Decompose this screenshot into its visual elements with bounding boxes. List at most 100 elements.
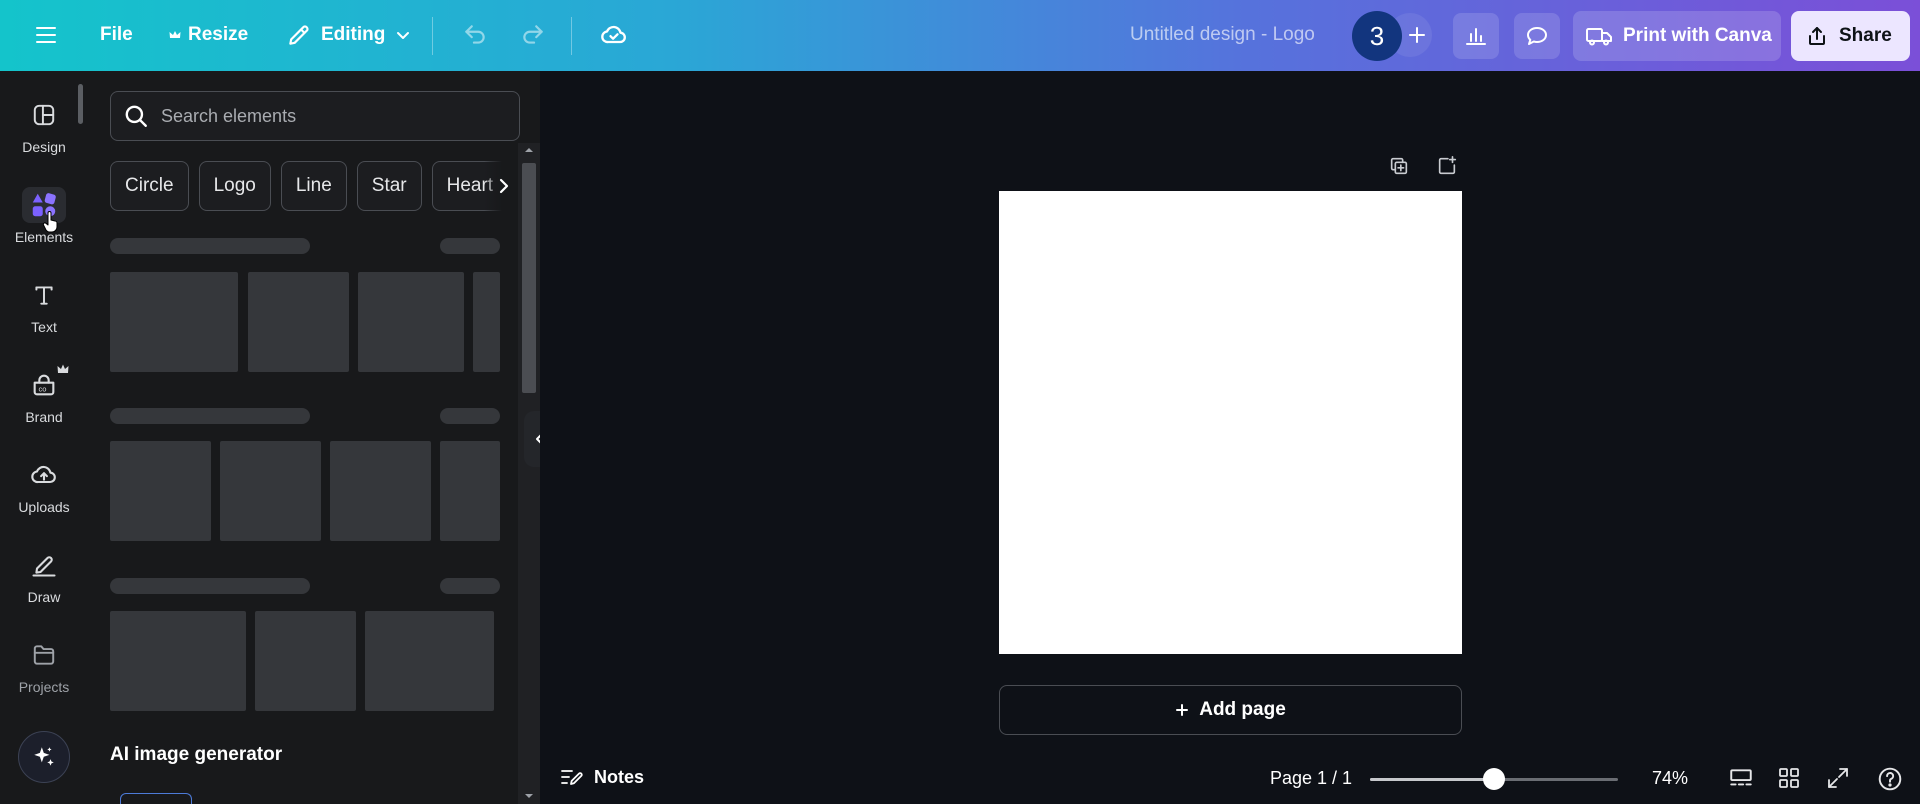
- plus-icon: [1175, 703, 1189, 717]
- skeleton-heading: [110, 238, 310, 254]
- skeleton-tile: [248, 272, 349, 372]
- save-status-button[interactable]: [590, 13, 638, 57]
- toolbar-divider: [432, 17, 433, 55]
- crown-icon: [56, 363, 70, 375]
- editing-label: Editing: [321, 24, 386, 45]
- skeleton-see-all: [440, 408, 500, 424]
- add-page-button[interactable]: Add page: [999, 685, 1462, 735]
- skeleton-tile: [440, 441, 500, 541]
- chip-circle[interactable]: Circle: [110, 161, 189, 211]
- skeleton-tile: [110, 272, 238, 372]
- print-label: Print with Canva: [1623, 25, 1772, 46]
- skeleton-tile: [365, 611, 494, 711]
- cursor-icon: [42, 211, 60, 233]
- add-page-label: Add page: [1199, 699, 1286, 720]
- brand-icon: co: [22, 364, 69, 403]
- toolbar-divider: [571, 17, 572, 55]
- editing-mode-dropdown[interactable]: Editing: [276, 13, 422, 57]
- help-icon[interactable]: [1877, 766, 1903, 792]
- zoom-slider[interactable]: [1370, 768, 1618, 790]
- uploads-icon: [22, 457, 66, 493]
- rail-item-projects[interactable]: Projects: [0, 637, 88, 695]
- sparkle-icon: [31, 744, 57, 770]
- share-label: Share: [1839, 25, 1892, 46]
- menu-icon: [34, 23, 58, 47]
- chart-icon: [1464, 24, 1488, 48]
- ai-generator-card[interactable]: [120, 793, 192, 804]
- zoom-level[interactable]: 74%: [1652, 768, 1688, 789]
- rail-item-text[interactable]: Text: [0, 277, 88, 335]
- insights-button[interactable]: [1453, 13, 1499, 59]
- main-menu-button[interactable]: [24, 13, 68, 57]
- cloud-check-icon: [600, 21, 628, 49]
- resize-label: Resize: [188, 24, 249, 45]
- document-title[interactable]: Untitled design - Logo: [1130, 24, 1315, 46]
- panel-scrollbar-thumb[interactable]: [522, 163, 536, 393]
- page-indicator[interactable]: Page 1 / 1: [1270, 768, 1352, 789]
- truck-icon: [1585, 24, 1613, 48]
- rail-item-uploads[interactable]: Uploads: [0, 457, 88, 515]
- scroll-down-arrow-icon[interactable]: [524, 792, 534, 800]
- grid-view-icon[interactable]: [1777, 766, 1801, 790]
- design-icon: [22, 97, 66, 133]
- comments-button[interactable]: [1514, 13, 1560, 59]
- redo-button[interactable]: [510, 13, 556, 57]
- skeleton-tile: [330, 441, 431, 541]
- notes-button[interactable]: Notes: [560, 766, 644, 788]
- zoom-slider-handle[interactable]: [1483, 768, 1505, 790]
- ai-image-generator-heading: AI image generator: [110, 744, 283, 765]
- fullscreen-icon[interactable]: [1826, 766, 1850, 790]
- notes-icon: [560, 766, 584, 788]
- search-input[interactable]: Search elements: [161, 106, 296, 127]
- rail-label: Text: [31, 319, 57, 335]
- magic-tools-button[interactable]: [18, 731, 70, 783]
- top-bar: File Resize Editing Untitled design - Lo…: [0, 0, 1920, 71]
- comment-icon: [1525, 24, 1549, 48]
- undo-button[interactable]: [452, 13, 498, 57]
- chip-star[interactable]: Star: [356, 161, 422, 211]
- bottom-bar: [540, 756, 1920, 804]
- chevron-down-icon: [394, 26, 412, 44]
- resize-button[interactable]: Resize: [158, 13, 258, 57]
- file-menu-button[interactable]: File: [90, 13, 143, 57]
- share-button[interactable]: Share: [1791, 11, 1910, 61]
- redo-icon: [520, 22, 546, 48]
- crown-icon: [168, 28, 182, 42]
- skeleton-tile: [110, 611, 246, 711]
- rail-label: Projects: [18, 679, 70, 695]
- rail-label: Design: [22, 139, 66, 155]
- skeleton-tile: [220, 441, 321, 541]
- rail-item-draw[interactable]: Draw: [0, 547, 88, 605]
- share-icon: [1805, 24, 1829, 48]
- elements-panel: Search elements Circle Logo Line Star He…: [88, 71, 540, 804]
- chip-logo[interactable]: Logo: [198, 161, 271, 211]
- draw-icon: [22, 547, 66, 583]
- rail-item-elements[interactable]: Elements: [0, 187, 88, 245]
- design-page-canvas[interactable]: [999, 191, 1462, 654]
- skeleton-heading: [110, 408, 310, 424]
- suggestion-chips: Circle Logo Line Star Heart: [110, 161, 510, 211]
- notes-label: Notes: [594, 766, 645, 787]
- chip-line[interactable]: Line: [280, 161, 347, 211]
- rail-item-design[interactable]: Design: [0, 97, 88, 155]
- plus-icon: [1407, 25, 1427, 45]
- page-view-icon[interactable]: [1728, 766, 1754, 792]
- side-rail: Design Elements Text co Brand Uploads Dr…: [0, 71, 88, 804]
- duplicate-page-icon[interactable]: [1388, 155, 1410, 177]
- avatar[interactable]: 3: [1352, 11, 1402, 61]
- scroll-up-arrow-icon[interactable]: [524, 146, 534, 154]
- search-icon: [123, 103, 149, 129]
- skeleton-tile: [255, 611, 356, 711]
- svg-text:co: co: [39, 384, 47, 393]
- rail-label: Uploads: [18, 499, 70, 515]
- add-page-icon[interactable]: [1436, 155, 1458, 177]
- search-elements-field[interactable]: Search elements: [110, 91, 520, 141]
- skeleton-see-all: [440, 238, 500, 254]
- text-icon: [22, 277, 66, 313]
- projects-icon: [22, 637, 66, 673]
- skeleton-tile: [473, 272, 500, 372]
- rail-item-brand[interactable]: co Brand: [0, 364, 88, 425]
- skeleton-see-all: [440, 578, 500, 594]
- print-with-canva-button[interactable]: Print with Canva: [1573, 11, 1781, 61]
- rail-label: Brand: [25, 409, 63, 425]
